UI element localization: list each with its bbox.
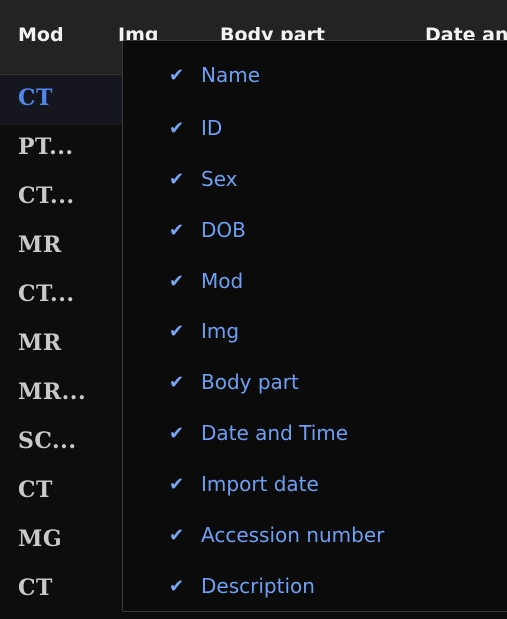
- checkmark-icon: ✔: [169, 271, 185, 292]
- column-header-mod[interactable]: Mod: [18, 24, 64, 46]
- menu-item-dob[interactable]: ✔ DOB: [123, 206, 507, 256]
- menu-item-img[interactable]: ✔ Img: [123, 307, 507, 357]
- menu-item-label: Sex: [201, 167, 238, 191]
- checkmark-icon: ✔: [169, 372, 185, 393]
- modality-cell: MR...: [18, 379, 87, 405]
- menu-item-label: Import date: [201, 472, 319, 496]
- checkmark-icon: ✔: [169, 118, 185, 139]
- checkmark-icon: ✔: [169, 576, 185, 597]
- menu-item-label: Name: [201, 63, 261, 87]
- menu-item-name[interactable]: ✔ Name: [123, 51, 507, 101]
- modality-cell: CT...: [18, 281, 75, 307]
- menu-item-accession-number[interactable]: ✔ Accession number: [123, 511, 507, 561]
- menu-item-label: DOB: [201, 218, 246, 242]
- menu-item-label: Img: [201, 319, 240, 343]
- modality-cell: MR: [18, 330, 62, 356]
- menu-item-import-date[interactable]: ✔ Import date: [123, 460, 507, 510]
- modality-cell: CT: [18, 575, 53, 601]
- modality-cell: SC...: [18, 428, 77, 454]
- menu-item-label: ID: [201, 116, 223, 140]
- modality-cell: MR: [18, 232, 62, 258]
- modality-cell: MG: [18, 526, 63, 552]
- menu-item-description[interactable]: ✔ Description: [123, 562, 507, 611]
- checkmark-icon: ✔: [169, 423, 185, 444]
- checkmark-icon: ✔: [169, 321, 185, 342]
- menu-item-body-part[interactable]: ✔ Body part: [123, 358, 507, 408]
- menu-item-mod[interactable]: ✔ Mod: [123, 257, 507, 307]
- menu-item-label: Description: [201, 574, 315, 598]
- menu-item-label: Accession number: [201, 523, 385, 547]
- modality-cell: PT...: [18, 134, 74, 160]
- checkmark-icon: ✔: [169, 474, 185, 495]
- modality-cell: CT: [18, 85, 53, 111]
- menu-item-sex[interactable]: ✔ Sex: [123, 155, 507, 205]
- modality-cell: CT: [18, 477, 53, 503]
- menu-item-label: Date and Time: [201, 421, 349, 445]
- menu-item-label: Body part: [201, 370, 299, 394]
- checkmark-icon: ✔: [169, 220, 185, 241]
- menu-item-label: Mod: [201, 269, 244, 293]
- column-visibility-menu: ✔ Name ✔ ID ✔ Sex ✔ DOB ✔ Mod ✔ Img ✔ Bo…: [122, 40, 507, 612]
- checkmark-icon: ✔: [169, 525, 185, 546]
- checkmark-icon: ✔: [169, 65, 185, 86]
- modality-cell: CT...: [18, 183, 75, 209]
- menu-item-id[interactable]: ✔ ID: [123, 104, 507, 154]
- checkmark-icon: ✔: [169, 169, 185, 190]
- menu-item-date-and-time[interactable]: ✔ Date and Time: [123, 409, 507, 459]
